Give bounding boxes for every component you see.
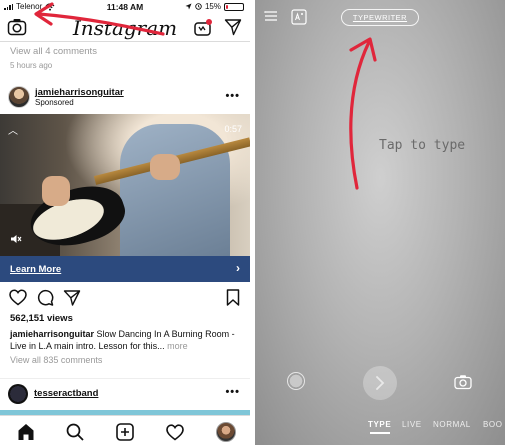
activity-heart-icon[interactable]	[165, 422, 185, 442]
next-post-username[interactable]: tesseractband	[34, 388, 98, 399]
previous-post-comments-link[interactable]: View all 4 comments	[10, 46, 97, 57]
home-icon[interactable]	[16, 422, 36, 442]
menu-icon[interactable]	[264, 10, 278, 22]
text-placeholder[interactable]: Tap to type	[379, 138, 465, 153]
alarm-icon	[195, 3, 202, 10]
new-post-icon[interactable]	[115, 422, 135, 442]
mute-icon[interactable]	[10, 234, 22, 244]
caption-username[interactable]: jamieharrisonguitar	[10, 329, 94, 339]
text-background-icon[interactable]	[291, 9, 307, 25]
mode-live[interactable]: LIVE	[402, 420, 422, 429]
sponsored-label: Sponsored	[35, 98, 74, 107]
learn-more-label: Learn More	[10, 264, 62, 275]
font-style-button[interactable]: TYPEWRITER	[341, 9, 419, 26]
more-options-icon[interactable]: •••	[225, 90, 240, 102]
camera-mode-selector: TYPE LIVE NORMAL BOO	[255, 420, 505, 434]
camera-switch-icon[interactable]	[454, 374, 472, 390]
battery-icon	[224, 2, 244, 11]
mode-type[interactable]: TYPE	[368, 420, 391, 429]
video-time-remaining: 0:57	[224, 124, 242, 134]
fretting-hand-image	[150, 154, 180, 180]
status-bar: Telenor 11:48 AM 15%	[0, 0, 250, 14]
learn-more-button[interactable]: Learn More ›	[0, 256, 250, 282]
story-type-screen: TYPEWRITER Tap to type TYPE LIVE NORMAL …	[255, 0, 505, 445]
igtv-icon[interactable]	[193, 18, 213, 38]
chevron-up-icon[interactable]: ︿	[8, 122, 18, 137]
comment-icon[interactable]	[36, 289, 54, 306]
view-all-comments-link[interactable]: View all 835 comments	[10, 355, 102, 365]
like-heart-icon[interactable]	[9, 289, 27, 306]
bottom-tab-bar	[0, 415, 250, 445]
previous-post-time: 5 hours ago	[10, 61, 53, 70]
caption-more-link[interactable]: more	[167, 341, 188, 351]
bookmark-icon[interactable]	[226, 289, 240, 306]
battery-group: 15%	[185, 2, 244, 11]
strumming-hand-image	[42, 176, 70, 206]
battery-fill	[226, 4, 229, 9]
post-video[interactable]: ︿ 0:57	[0, 114, 250, 256]
more-options-icon[interactable]: •••	[225, 386, 240, 398]
instagram-feed-screen: Telenor 11:48 AM 15% Instagram View all …	[0, 0, 250, 445]
profile-avatar[interactable]	[216, 422, 236, 442]
post-caption: jamieharrisonguitar Slow Dancing In A Bu…	[10, 328, 242, 352]
annotation-arrow-right	[349, 37, 377, 190]
view-count: 562,151 views	[10, 313, 73, 324]
next-post-header: tesseractband •••	[0, 378, 250, 408]
avatar[interactable]	[8, 384, 28, 404]
color-picker-button[interactable]	[287, 372, 305, 390]
active-mode-indicator	[370, 432, 390, 434]
mode-normal[interactable]: NORMAL	[433, 420, 471, 429]
post-header: jamieharrisonguitar Sponsored •••	[0, 84, 250, 112]
search-icon[interactable]	[65, 422, 85, 442]
share-icon[interactable]	[63, 289, 81, 306]
location-icon	[185, 3, 192, 10]
player-shirt-image	[120, 124, 230, 256]
chevron-right-icon: ›	[236, 261, 240, 275]
direct-message-icon[interactable]	[224, 18, 242, 36]
avatar[interactable]	[8, 86, 30, 108]
chevron-right-icon	[376, 376, 385, 390]
post-username[interactable]: jamieharrisonguitar	[35, 87, 124, 98]
next-button[interactable]	[363, 366, 397, 400]
battery-percent: 15%	[204, 2, 221, 11]
top-nav-bar: Instagram	[0, 14, 250, 42]
mode-boomerang[interactable]: BOO	[483, 420, 503, 429]
post-action-bar	[0, 284, 250, 312]
